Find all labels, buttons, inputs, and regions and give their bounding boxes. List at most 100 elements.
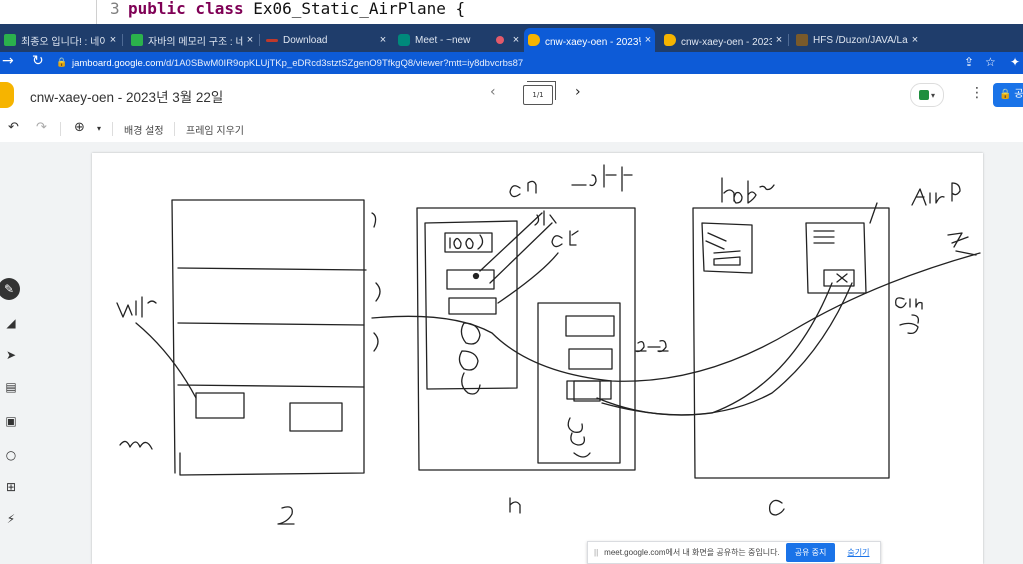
close-icon[interactable]: ×	[509, 34, 520, 46]
handwriting-girl	[116, 296, 157, 318]
bookmark-star-icon[interactable]: ☆	[985, 55, 996, 69]
screen-share-notice: || meet.google.com에서 내 화면을 공유하는 중입니다. 공유…	[587, 541, 881, 564]
toolbar-divider	[60, 122, 61, 136]
zoom-icon[interactable]: ⊕	[74, 120, 85, 135]
redo-icon[interactable]: ↷	[36, 120, 47, 135]
clear-frame-button[interactable]: 프레임 지우기	[186, 122, 244, 137]
hfs-icon	[796, 34, 808, 46]
handwriting-arrow	[947, 232, 977, 256]
box-s-mark	[371, 212, 377, 228]
box-c-mark	[869, 202, 878, 224]
url-host: jamboard.google.com	[72, 57, 164, 69]
arrow-girl	[135, 322, 197, 399]
code-rest: Ex06_Static_AirPlane {	[243, 0, 466, 18]
handwriting-cn2	[895, 297, 923, 310]
jamboard-frame[interactable]	[92, 153, 983, 564]
editor-gutter	[96, 0, 97, 24]
tab-hfs[interactable]: HFS /Duzon/JAVA/Labs/JA ×	[792, 28, 922, 52]
meet-button[interactable]: ▾	[910, 83, 944, 107]
code-editor-strip: 3 public class Ex06_Static_AirPlane {	[0, 0, 1023, 24]
frame-counter-button[interactable]: 1/1	[523, 81, 556, 105]
select-tool-icon[interactable]: ➤	[0, 344, 22, 366]
url-path: /d/1A0SBwM0IR9opKLUjTKp_eDRcd3stztSZgenO…	[163, 57, 524, 69]
code-line: public class Ex06_Static_AirPlane {	[128, 0, 465, 18]
eraser-tool-icon[interactable]: ◢	[0, 312, 22, 334]
tab-label: HFS /Duzon/JAVA/Labs/JA	[813, 34, 908, 46]
box-s-divider	[177, 322, 365, 326]
text-box-icon[interactable]: ⊞	[0, 476, 22, 498]
forward-icon[interactable]: →	[2, 53, 14, 69]
close-icon[interactable]: ×	[641, 34, 655, 46]
share-page-icon[interactable]: ⇪	[964, 55, 974, 69]
tab-divider	[788, 34, 789, 46]
box-c-lines	[813, 230, 835, 244]
connection-curve	[601, 282, 853, 416]
tab-divider	[259, 34, 260, 46]
heap-box	[537, 302, 621, 464]
line-number: 3	[110, 0, 120, 18]
previous-frame-icon[interactable]: ‹	[490, 84, 496, 100]
document-title[interactable]: cnw-xaey-oen - 2023년 3월 22일	[30, 86, 223, 106]
tab-jamboard[interactable]: cnw-xaey-oen - 2023년 3월 ×	[660, 28, 786, 52]
set-background-button[interactable]: 배경 설정	[124, 122, 164, 137]
close-icon[interactable]: ×	[772, 34, 786, 46]
heap-cell	[573, 380, 601, 402]
handwriting-airp	[911, 182, 961, 206]
box-c-cell	[823, 269, 855, 287]
stop-sharing-button[interactable]: 공유 중지	[785, 543, 836, 562]
tool-rail: ✎ ◢ ➤ ▤ ▣ ○ ⊞ ⚡	[0, 272, 26, 532]
undo-icon[interactable]: ↶	[8, 120, 19, 135]
next-frame-icon[interactable]: ›	[575, 84, 581, 100]
tab-label: Meet - ~new	[415, 34, 471, 46]
close-icon[interactable]: ×	[908, 34, 922, 46]
chevron-down-icon[interactable]: ▾	[97, 124, 101, 133]
toolbar-divider	[174, 122, 175, 136]
close-icon[interactable]: ×	[376, 34, 390, 46]
jamboard-logo-icon	[0, 82, 14, 108]
image-tool-icon[interactable]: ▣	[0, 410, 22, 432]
handwriting-100	[449, 234, 484, 250]
tab-naver-cafe-1[interactable]: 최종오 입니다! : 네이버 카 ×	[0, 28, 120, 52]
reference-dot	[472, 272, 480, 280]
pen-tool-icon[interactable]: ✎	[0, 278, 20, 300]
more-options-icon[interactable]: ⋮	[970, 85, 984, 101]
stack-circles	[458, 322, 481, 395]
code-keyword: public class	[128, 0, 244, 18]
tab-download[interactable]: Download ×	[262, 28, 390, 52]
shape-tool-icon[interactable]: ○	[0, 444, 22, 466]
naver-cafe-icon	[4, 34, 16, 46]
reload-icon[interactable]: ↻	[32, 53, 44, 69]
extensions-icon[interactable]: ✦	[1010, 55, 1020, 69]
memory-box-s	[171, 199, 365, 476]
close-icon[interactable]: ×	[243, 34, 257, 46]
sticky-note-icon[interactable]: ▤	[0, 376, 22, 398]
address-url: jamboard.google.com/d/1A0SBwM0IR9opKLUjT…	[72, 58, 523, 69]
handwriting-scribble2	[899, 314, 920, 335]
box-c-hatch	[705, 232, 741, 266]
heap-cell	[565, 315, 615, 337]
close-icon[interactable]: ×	[106, 34, 120, 46]
toolbar-divider	[112, 122, 113, 136]
tab-naver-cafe-2[interactable]: 자바의 메모리 구조 : 네이 ×	[127, 28, 257, 52]
laser-tool-icon[interactable]: ⚡	[0, 508, 22, 530]
jamboard-icon	[528, 34, 540, 46]
chevron-down-icon: ▾	[930, 90, 935, 100]
address-bar[interactable]: 🔒 jamboard.google.com/d/1A0SBwM0IR9opKLU…	[56, 53, 956, 73]
hide-notice-link[interactable]: 숨기기	[847, 547, 869, 558]
share-button[interactable]: 🔒 공	[993, 83, 1023, 107]
tab-meet[interactable]: Meet - ~new	[394, 28, 484, 52]
tab-jamboard-active[interactable]: cnw-xaey-oen - 2023년 3월 ×	[524, 28, 655, 52]
drag-handle-icon[interactable]: ||	[594, 548, 598, 557]
meet-icon	[918, 90, 929, 100]
browser-tab-bar: 최종오 입니다! : 네이버 카 × 자바의 메모리 구조 : 네이 × Dow…	[0, 24, 1023, 71]
tab-recording[interactable]: ×	[492, 28, 520, 52]
stack-box	[424, 220, 518, 390]
handwriting-bob	[721, 177, 775, 204]
connection-curve	[596, 282, 833, 416]
pointer-arrow	[497, 252, 559, 304]
lock-icon: 🔒	[56, 58, 68, 68]
box-s-divider	[177, 384, 365, 388]
heap-cell	[568, 348, 613, 370]
box-c-object	[805, 222, 867, 294]
label-s-stroke	[277, 506, 295, 525]
